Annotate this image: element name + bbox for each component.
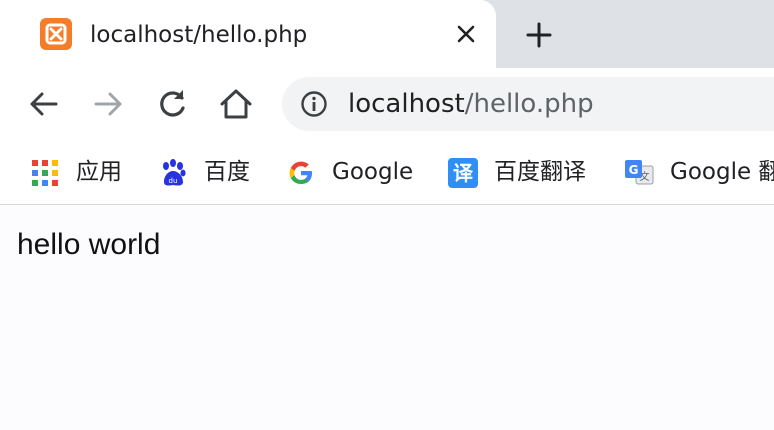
url-path: /hello.php [464,89,594,119]
page-text: hello world [17,228,161,261]
bookmark-label: 百度 [204,159,250,185]
google-g-icon [286,158,316,188]
bookmark-google[interactable]: Google [286,152,426,192]
tab-title: localhost/hello.php [90,22,308,48]
plus-icon [526,22,552,48]
new-tab-button[interactable] [522,18,556,52]
bookmark-label: 应用 [76,159,122,185]
baidu-paw-icon: du [158,158,188,188]
bookmark-label: Google 翻 [670,159,774,185]
url-host: localhost [348,89,465,119]
home-button[interactable] [216,84,256,124]
info-icon[interactable] [300,90,328,118]
bookmark-google-translate[interactable]: 文 G Google 翻 [624,152,774,192]
active-tab[interactable]: localhost/hello.php [0,0,496,68]
home-icon [220,89,252,119]
tab-strip: localhost/hello.php [0,0,774,68]
url-text[interactable]: localhost/hello.php [348,86,594,122]
forward-arrow-icon [94,92,122,116]
bookmarks-bar: 应用 du 百度 Google 译 百度翻译 文 G Google 翻 [0,140,774,205]
xampp-icon [40,18,72,50]
close-icon[interactable] [452,20,480,48]
back-arrow-icon [30,92,58,116]
bookmark-label: 百度翻译 [494,159,586,185]
bookmark-apps[interactable]: 应用 [30,152,130,192]
address-bar[interactable]: localhost/hello.php [282,77,774,131]
reload-icon [160,90,185,117]
toolbar: localhost/hello.php [0,68,774,140]
apps-grid-icon [30,158,60,188]
baidu-translate-icon: 译 [448,158,478,188]
svg-text:G: G [629,163,639,177]
reload-button[interactable] [152,84,192,124]
forward-button[interactable] [88,84,128,124]
bookmark-baidu-translate[interactable]: 译 百度翻译 [448,152,598,192]
back-button[interactable] [24,84,64,124]
bookmark-label: Google [332,159,414,185]
svg-text:du: du [169,177,178,185]
page-content: hello world [0,205,774,430]
bookmark-baidu[interactable]: du 百度 [158,152,258,192]
google-translate-icon: 文 G [624,158,654,188]
